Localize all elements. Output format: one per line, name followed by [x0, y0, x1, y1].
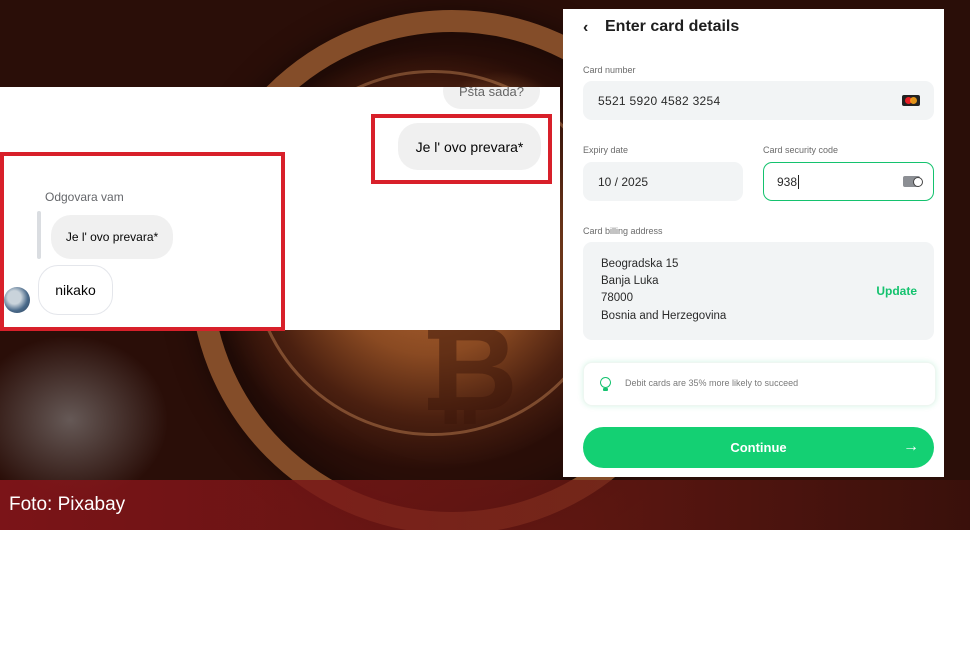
continue-label: Continue	[730, 440, 787, 455]
cvc-card-icon	[903, 176, 923, 187]
text-caret	[798, 174, 800, 189]
card-number-field[interactable]: 5521 5920 4582 3254	[583, 81, 934, 120]
highlight-box-sent	[371, 114, 552, 184]
security-code-field[interactable]: 938	[763, 162, 934, 201]
photo-caption: Foto: Pixabay	[9, 494, 126, 515]
chat-bubble-top: Pšta sada?	[443, 87, 540, 109]
tip-text: Debit cards are 35% more likely to succe…	[625, 378, 799, 388]
card-number-value: 5521 5920 4582 3254	[598, 93, 721, 108]
mastercard-icon	[902, 95, 920, 106]
arrow-right-icon: →	[903, 438, 919, 455]
address-line-3: 78000	[601, 292, 633, 304]
lightbulb-icon	[600, 377, 611, 391]
address-line-2: Banja Luka	[601, 275, 659, 287]
continue-button[interactable]: Continue →	[583, 427, 934, 468]
expiry-field[interactable]: 10 / 2025	[583, 162, 743, 201]
page-title: Enter card details	[605, 18, 740, 35]
debit-card-tip: Debit cards are 35% more likely to succe…	[583, 362, 936, 406]
security-code-label: Card security code	[763, 145, 839, 155]
expiry-value: 10 / 2025	[598, 174, 649, 189]
address-line-4: Bosnia and Herzegovina	[601, 310, 727, 322]
card-details-panel: ‹ Enter card details Card number 5521 59…	[563, 9, 944, 477]
address-line-1: Beogradska 15	[601, 258, 679, 270]
security-code-value: 938	[777, 174, 798, 189]
update-address-button[interactable]: Update	[876, 284, 917, 298]
billing-address-box: Beogradska 15 Banja Luka 78000 Bosnia an…	[583, 242, 934, 340]
caption-band	[0, 480, 970, 530]
chevron-left-icon[interactable]: ‹	[583, 19, 588, 37]
card-number-label: Card number	[583, 65, 636, 75]
expiry-label: Expiry date	[583, 145, 629, 155]
billing-address-label: Card billing address	[583, 226, 663, 236]
highlight-box-reply	[0, 152, 285, 331]
